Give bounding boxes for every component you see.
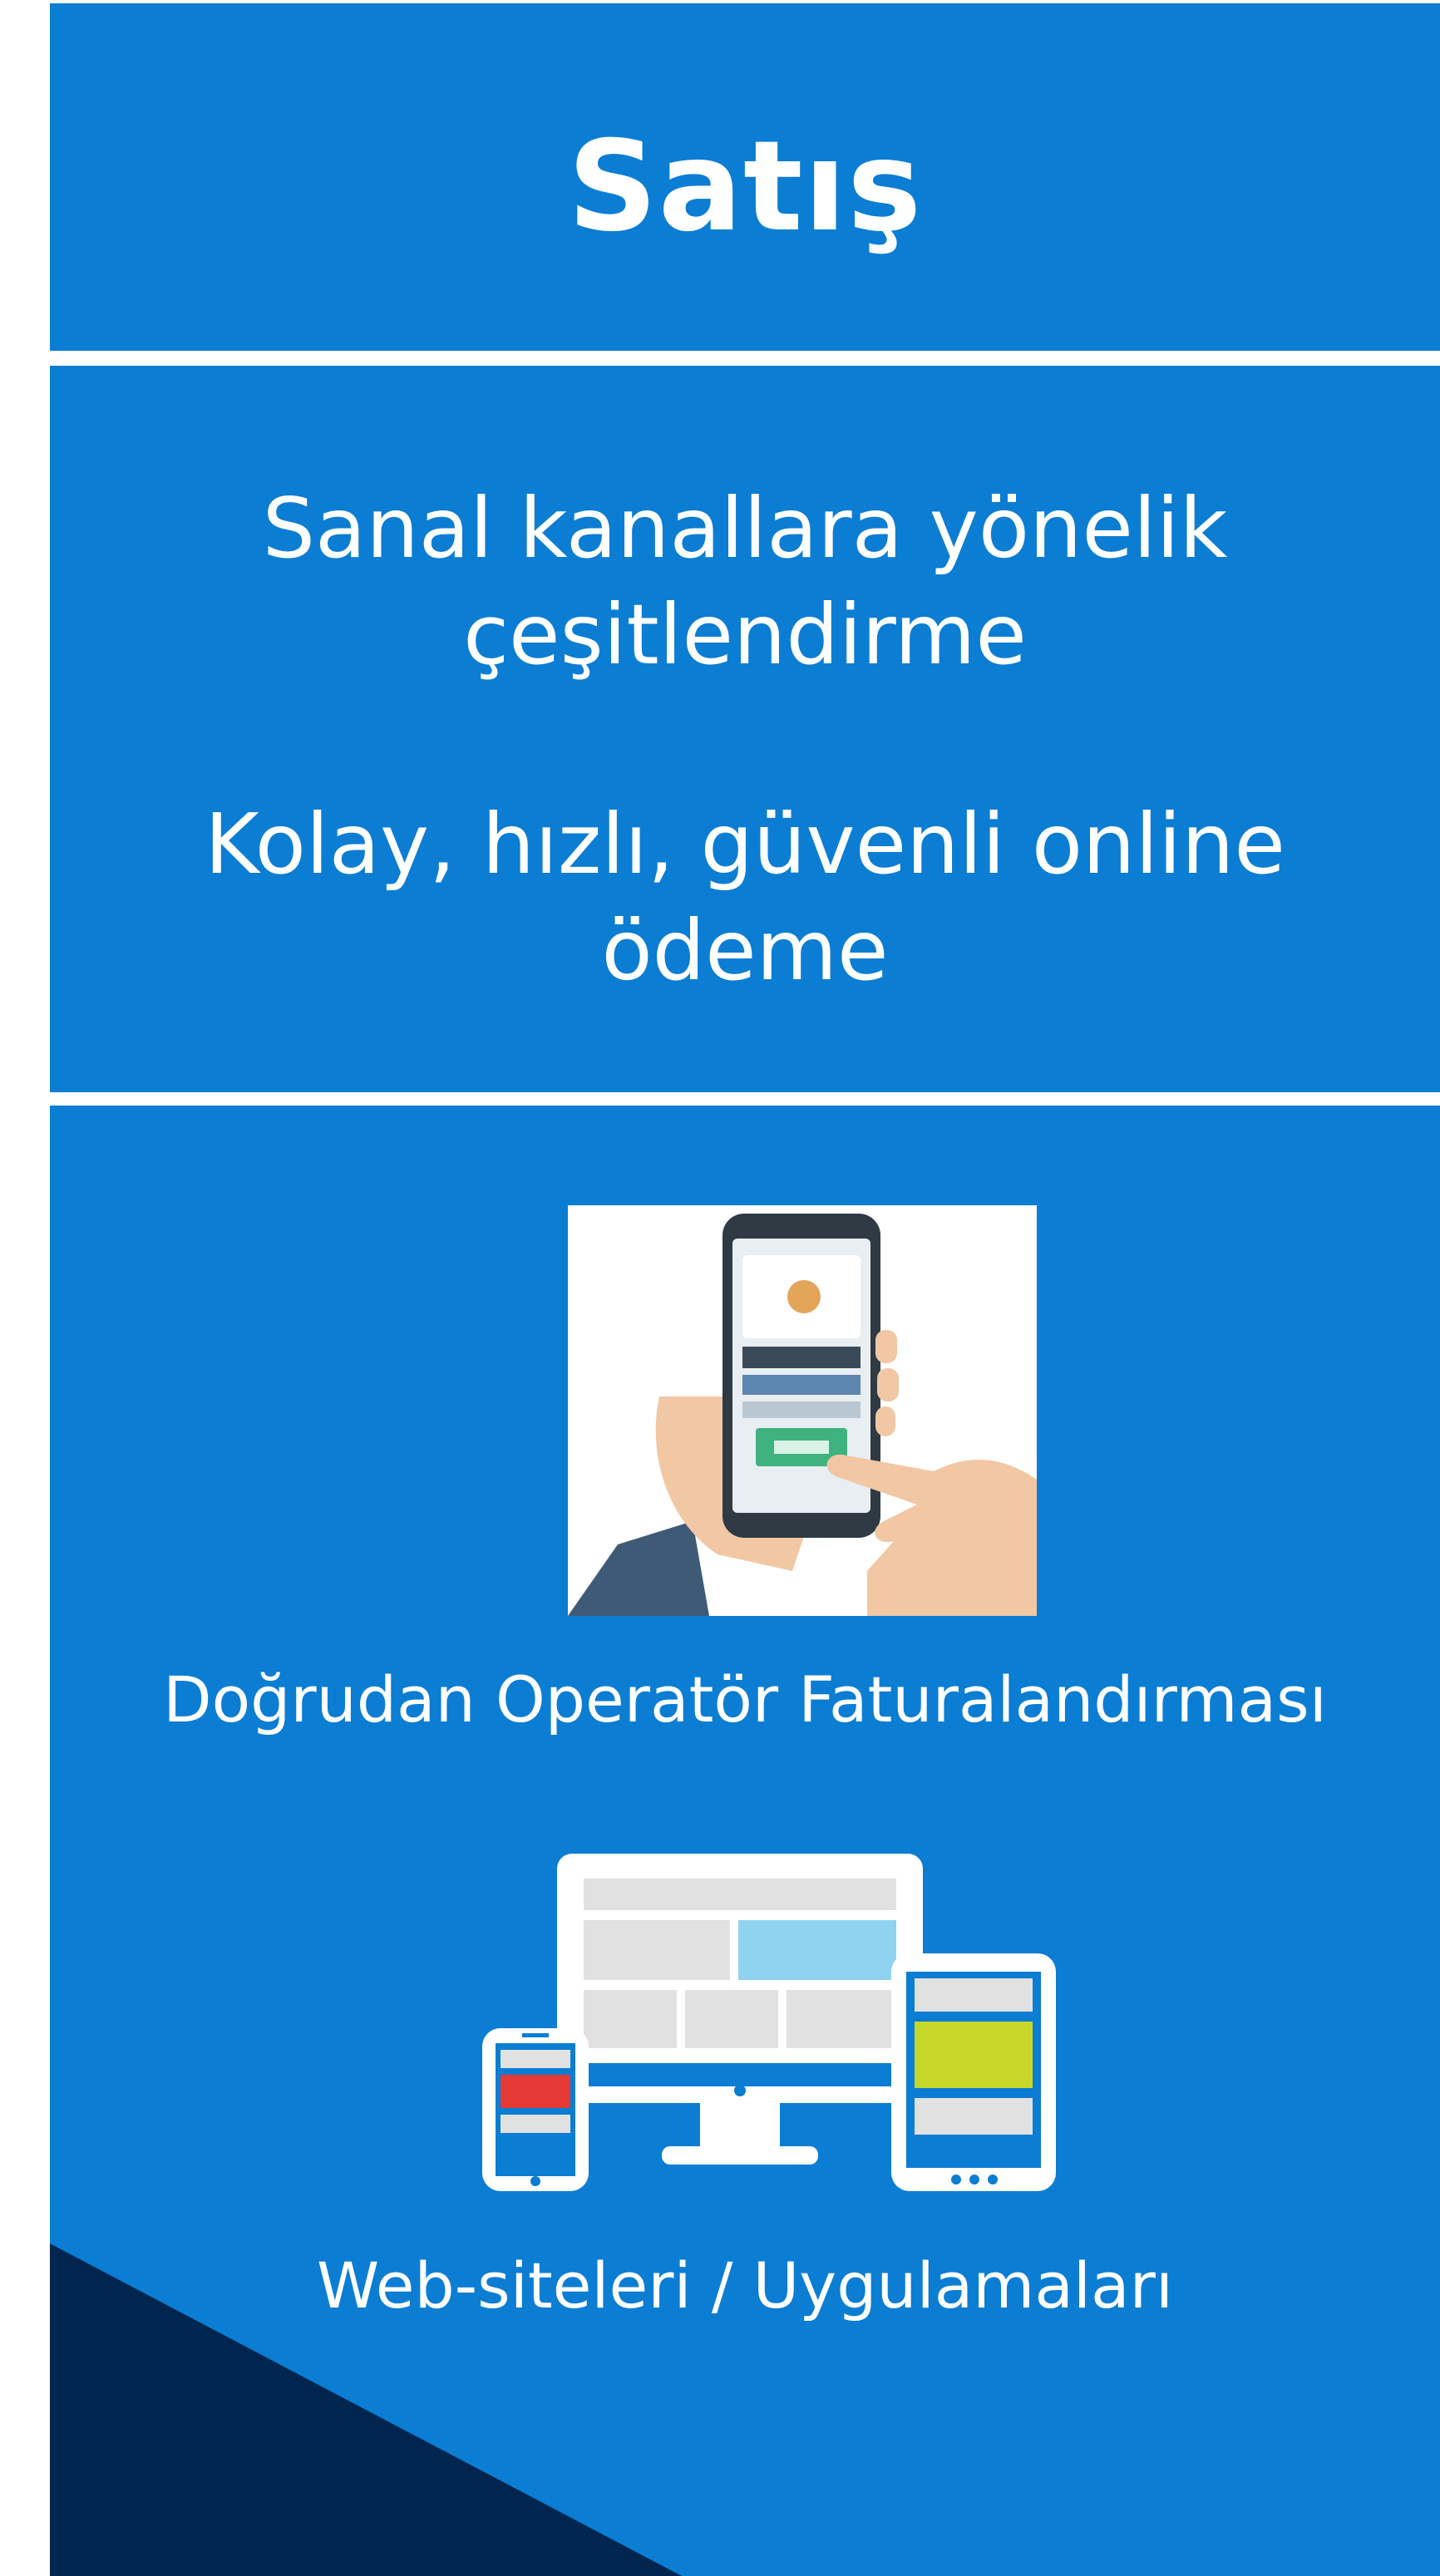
benefit-line: ödeme [601,902,889,999]
title-panel: Satış [50,3,1440,351]
benefit-line: çeşitlendirme [463,586,1027,683]
benefit-line: Sanal kanallara yönelik [262,480,1228,577]
feature-label-operator-billing: Doğrudan Operatör Faturalandırması [163,1662,1327,1736]
responsive-devices-icon [482,1854,1056,2191]
hand-holding-phone-icon [568,1205,1037,1616]
feature-label-websites-apps: Web-siteleri / Uygulamaları [317,2248,1173,2322]
infographic-page: Satış Sanal kanallara yönelik çeşitlendi… [0,0,1440,2576]
channels-panel: Doğrudan Operatör Faturalandırması Web-s… [50,1106,1440,2576]
benefits-panel: Sanal kanallara yönelik çeşitlendirme Ko… [50,366,1440,1092]
benefit-online-payment: Kolay, hızlı, güvenli online ödeme [50,791,1440,1004]
benefit-diversification: Sanal kanallara yönelik çeşitlendirme [50,475,1440,688]
benefit-line: Kolay, hızlı, güvenli online [205,795,1285,893]
page-title: Satış [567,115,923,259]
